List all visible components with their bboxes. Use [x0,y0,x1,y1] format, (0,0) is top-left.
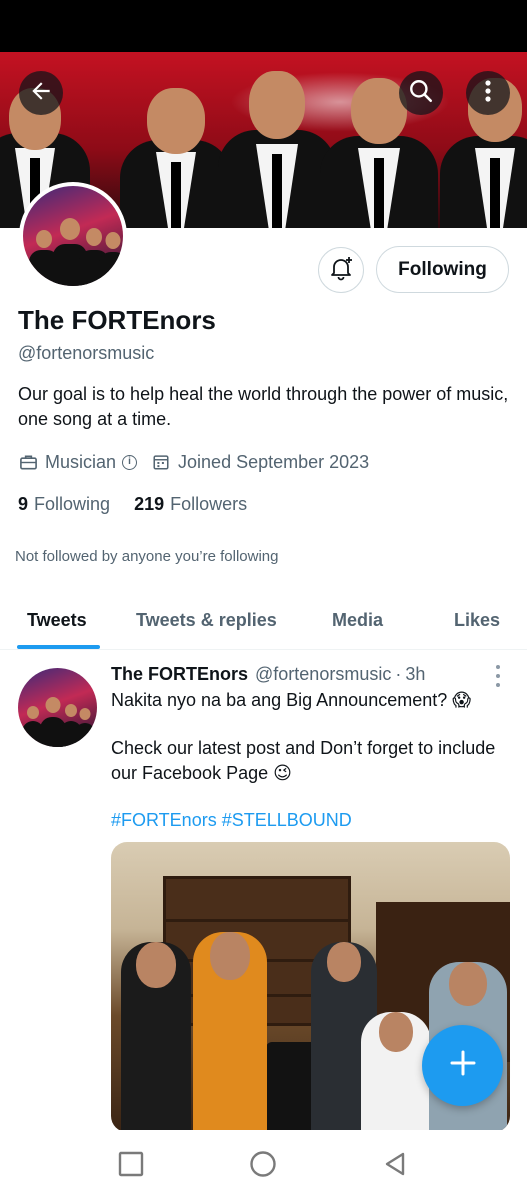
profile-meta: Musician i Joined September 2023 [18,450,369,474]
briefcase-icon [18,452,38,472]
profile-bio: Our goal is to help heal the world throu… [18,384,509,429]
photo-person [193,932,267,1132]
banner-person [218,63,336,228]
photo-person [361,1012,431,1132]
system-back-button[interactable] [379,1150,411,1182]
tweet-timestamp[interactable]: 3h [405,664,425,685]
back-button[interactable] [19,71,63,115]
square-icon [118,1151,144,1182]
banner-person [120,88,232,228]
profile-avatar[interactable] [19,182,127,290]
tab-tweets[interactable]: Tweets [27,592,87,649]
search-button[interactable] [399,71,443,115]
active-tab-indicator [17,645,100,649]
not-followed-note: Not followed by anyone you’re following [15,548,279,565]
tweet-author-name[interactable]: The FORTEnors [111,664,248,685]
arrow-left-icon [28,78,54,109]
tweet-more-icon[interactable] [488,665,508,687]
tab-likes[interactable]: Likes [454,592,500,649]
profile-category: Musician [45,451,117,472]
following-button[interactable]: Following [376,246,509,293]
profile-handle: @fortenorsmusic [18,343,155,363]
circle-icon [249,1150,277,1183]
calendar-icon [151,452,171,472]
tweet-hashtags[interactable]: #FORTEnors #STELLBOUND [111,810,352,831]
home-button[interactable] [247,1150,279,1182]
photo-person [121,942,191,1132]
search-icon [408,78,434,109]
profile-display-name: The FORTEnors [18,305,216,335]
tweet-text-line: Nakita nyo na ba ang Big Announcement? 😱 [111,690,472,710]
followers-count[interactable]: 219 [134,494,164,515]
tweet-author-handle[interactable]: @fortenorsmusic [255,664,391,685]
profile-tabs: Tweets Tweets & replies Media Likes [0,592,527,650]
bell-plus-icon [327,254,355,287]
profile-joined-date: Joined September 2023 [178,451,370,472]
more-options-button[interactable] [466,71,510,115]
more-vertical-icon [477,78,499,109]
tab-tweets-and-replies[interactable]: Tweets & replies [136,592,277,649]
info-icon[interactable]: i [122,454,138,470]
followers-label[interactable]: Followers [170,494,247,515]
following-label[interactable]: Following [34,494,110,515]
system-navigation-bar [0,1130,527,1200]
tweet-header: The FORTEnors @fortenorsmusic · 3h [111,664,425,685]
triangle-back-icon [382,1151,408,1182]
compose-tweet-button[interactable] [422,1025,503,1106]
tab-media[interactable]: Media [332,592,383,649]
profile-stats: 9 Following 219 Followers [18,492,247,516]
following-count[interactable]: 9 [18,494,28,515]
recents-button[interactable] [115,1150,147,1182]
tweet-author-avatar[interactable] [18,668,97,747]
tweet-text-line: Check our latest post and Don’t forget t… [111,738,496,783]
tweet-text: Nakita nyo na ba ang Big Announcement? 😱… [111,688,511,786]
notifications-toggle-button[interactable] [318,247,364,293]
plus-icon [448,1048,478,1083]
status-bar [0,0,527,52]
tweet-separator: · [395,664,402,684]
